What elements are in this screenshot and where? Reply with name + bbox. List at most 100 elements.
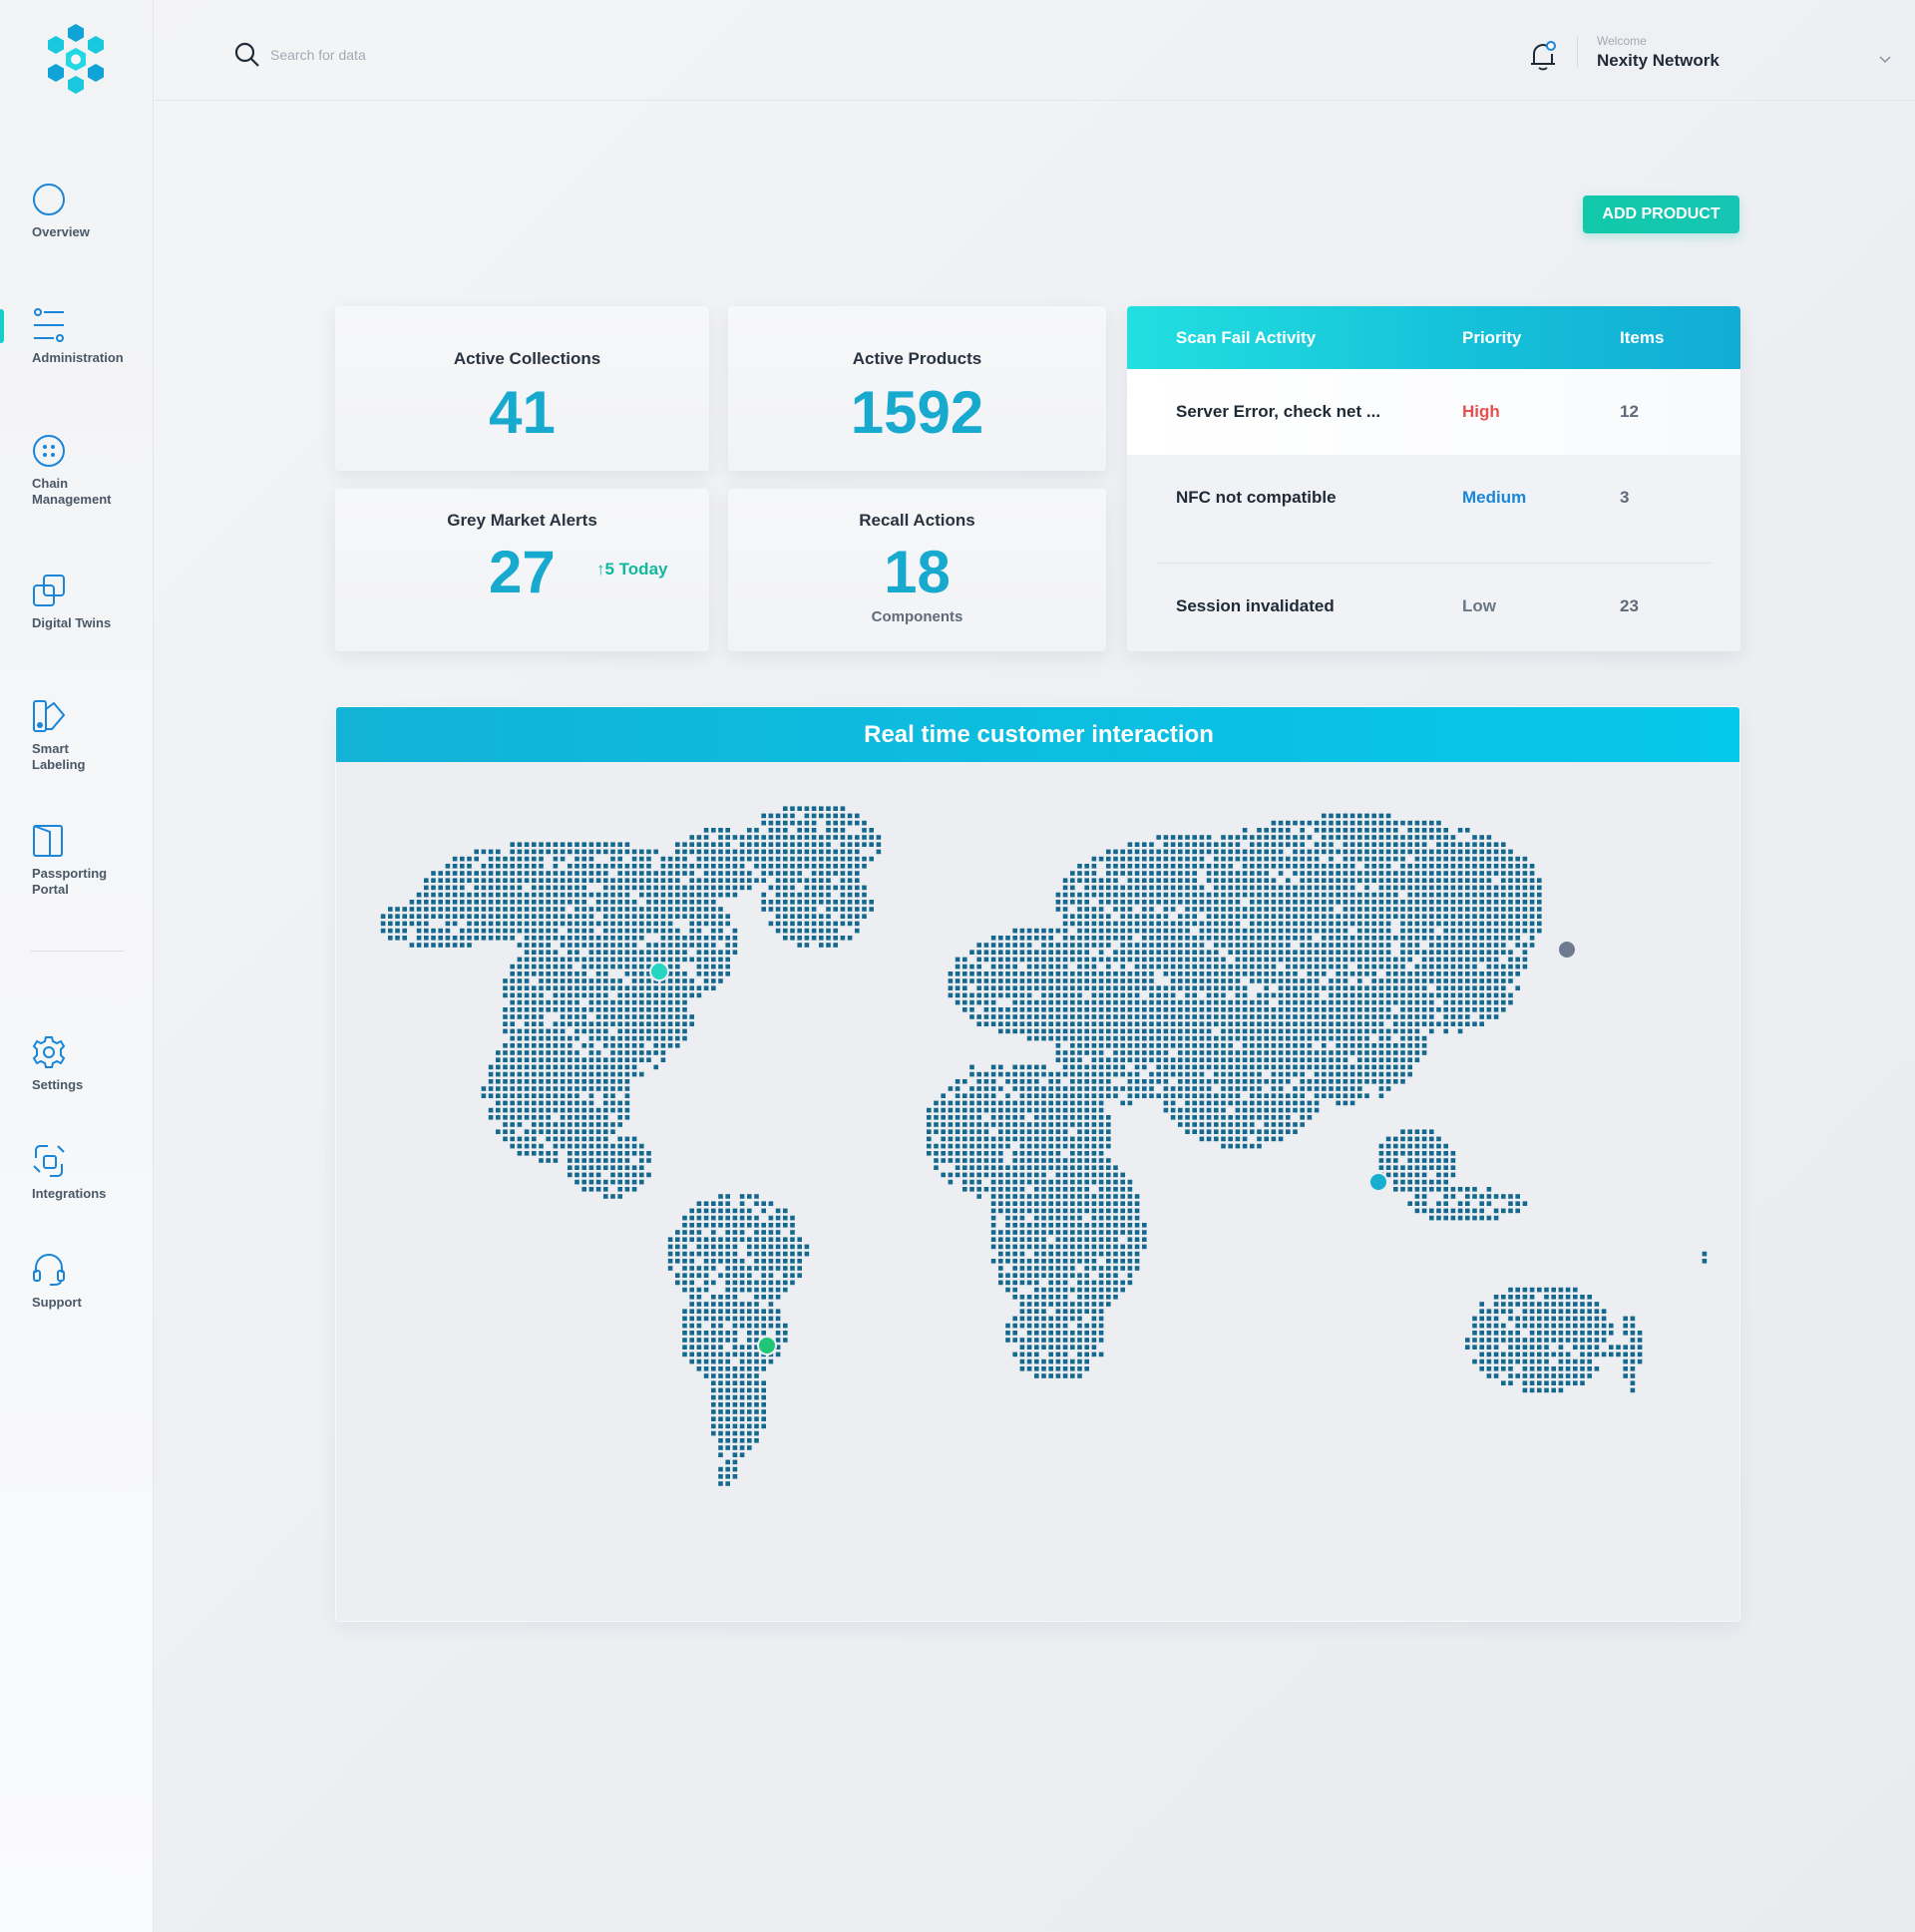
map-dot bbox=[689, 1230, 694, 1235]
map-dot bbox=[581, 1043, 586, 1048]
map-dot bbox=[546, 1093, 551, 1098]
map-dot bbox=[1005, 1237, 1010, 1242]
map-dot bbox=[1091, 921, 1097, 927]
logo-icon[interactable] bbox=[40, 22, 112, 98]
map-dot bbox=[1149, 878, 1154, 883]
map-dot bbox=[1250, 1143, 1255, 1149]
map-dot bbox=[1070, 1316, 1075, 1322]
map-dot bbox=[1034, 1093, 1039, 1098]
map-dot bbox=[768, 820, 774, 826]
map-dot bbox=[503, 921, 508, 927]
map-dot bbox=[1070, 1187, 1075, 1192]
sidebar-item-passporting-portal[interactable]: Passporting Portal bbox=[32, 824, 142, 898]
map-dot bbox=[1322, 985, 1327, 990]
search-icon[interactable] bbox=[234, 42, 260, 68]
sidebar-item-integrations[interactable]: Integrations bbox=[32, 1144, 142, 1202]
table-row[interactable]: NFC not compatible Medium 3 bbox=[1127, 455, 1740, 555]
map-dot bbox=[595, 878, 601, 883]
map-dot bbox=[1062, 900, 1068, 905]
map-dot bbox=[1142, 856, 1147, 862]
map-dot bbox=[1206, 1079, 1212, 1084]
map-dot bbox=[725, 1438, 730, 1443]
search-input[interactable] bbox=[270, 44, 570, 66]
map-dot bbox=[725, 964, 730, 969]
map-dot bbox=[689, 985, 694, 990]
map-dot bbox=[568, 936, 573, 941]
map-dot bbox=[783, 813, 788, 819]
map-dot bbox=[546, 1050, 551, 1055]
column-header-items[interactable]: Items bbox=[1620, 328, 1664, 348]
map-dot bbox=[1407, 1057, 1412, 1062]
map-dot bbox=[1250, 1021, 1255, 1026]
sidebar-item-administration[interactable]: Administration bbox=[32, 308, 142, 366]
table-row[interactable]: Server Error, check net ... High 12 bbox=[1127, 369, 1740, 455]
table-row[interactable]: Session invalidated Low 23 bbox=[1127, 564, 1740, 651]
map-dot bbox=[1026, 1358, 1032, 1364]
world-map[interactable] bbox=[336, 762, 1740, 1622]
map-dot bbox=[445, 907, 451, 912]
bell-icon[interactable] bbox=[1529, 40, 1557, 72]
map-dot bbox=[1120, 914, 1125, 919]
map-dot bbox=[1357, 878, 1362, 883]
map-dot bbox=[682, 900, 687, 905]
map-dot bbox=[1322, 1014, 1327, 1019]
map-dot bbox=[1378, 1143, 1384, 1149]
map-dot bbox=[1055, 1129, 1061, 1134]
map-dot bbox=[1012, 1179, 1017, 1185]
map-dot bbox=[1300, 900, 1305, 905]
sidebar-item-chain-management[interactable]: Chain Management bbox=[32, 434, 142, 508]
map-dot bbox=[1034, 1280, 1039, 1286]
sidebar-item-overview[interactable]: Overview bbox=[32, 183, 142, 240]
map-dot bbox=[1307, 878, 1313, 883]
map-dot bbox=[1084, 1187, 1089, 1192]
map-dot bbox=[725, 1244, 730, 1250]
map-dot bbox=[804, 1251, 810, 1257]
map-dot bbox=[840, 914, 846, 919]
sidebar-item-support[interactable]: Support bbox=[32, 1253, 142, 1311]
map-dot bbox=[1400, 957, 1405, 963]
column-header-priority[interactable]: Priority bbox=[1462, 328, 1522, 348]
map-dot bbox=[532, 936, 537, 941]
sidebar-item-smart-labeling[interactable]: Smart Labeling bbox=[32, 699, 142, 773]
map-dot bbox=[1336, 999, 1340, 1005]
map-dot bbox=[1192, 921, 1197, 927]
map-dot bbox=[568, 885, 573, 891]
map-dot bbox=[1300, 878, 1305, 883]
map-dot bbox=[588, 921, 594, 927]
map-dot bbox=[667, 871, 673, 876]
map-dot bbox=[1329, 928, 1334, 934]
map-dot bbox=[689, 1237, 694, 1242]
map-dot bbox=[1342, 1014, 1348, 1019]
chevron-down-icon[interactable] bbox=[1878, 55, 1892, 65]
map-dot bbox=[667, 914, 673, 919]
sidebar-item-digital-twins[interactable]: Digital Twins bbox=[32, 574, 142, 631]
map-dot bbox=[517, 1035, 523, 1041]
map-dot bbox=[768, 835, 774, 840]
map-dot bbox=[653, 1028, 658, 1034]
map-dot bbox=[1329, 978, 1334, 983]
sidebar-item-settings[interactable]: Settings bbox=[32, 1035, 142, 1093]
map-dot bbox=[1019, 1158, 1025, 1163]
map-dot bbox=[1214, 999, 1219, 1005]
map-dot bbox=[811, 936, 817, 941]
map-dot bbox=[1077, 1064, 1082, 1070]
map-dot bbox=[1322, 936, 1327, 941]
map-dot bbox=[445, 914, 451, 919]
add-product-button[interactable]: ADD PRODUCT bbox=[1583, 195, 1739, 233]
column-header-activity[interactable]: Scan Fail Activity bbox=[1176, 328, 1316, 348]
map-dot bbox=[452, 878, 458, 883]
map-dot bbox=[539, 1151, 544, 1156]
map-dot bbox=[1041, 971, 1046, 976]
map-dot bbox=[1264, 864, 1269, 869]
map-dot bbox=[783, 820, 788, 826]
map-dot bbox=[1371, 892, 1376, 898]
map-dot bbox=[1393, 856, 1398, 862]
map-dot bbox=[1264, 856, 1269, 862]
map-dot bbox=[934, 1122, 939, 1127]
map-dot bbox=[804, 820, 810, 826]
map-dot bbox=[718, 1373, 723, 1378]
user-name[interactable]: Nexity Network bbox=[1597, 51, 1720, 71]
map-dot bbox=[631, 985, 637, 990]
map-dot bbox=[754, 1438, 759, 1443]
map-dot bbox=[739, 856, 745, 862]
